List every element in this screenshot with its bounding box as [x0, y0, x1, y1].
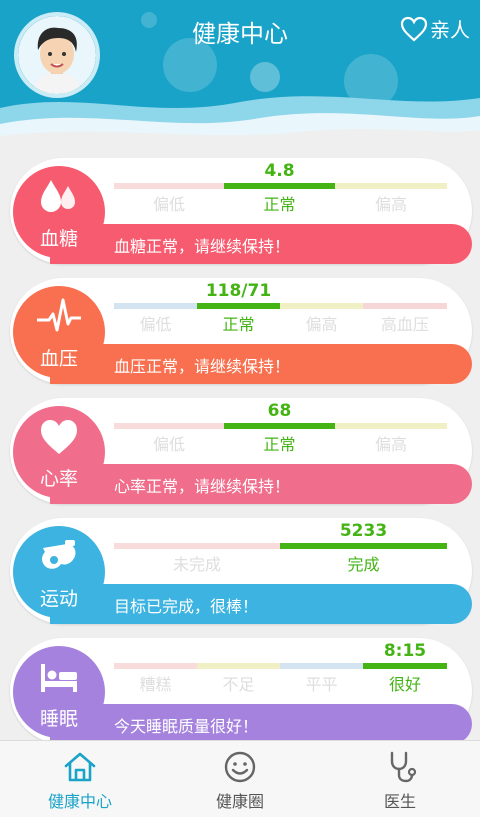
range-label: 偏低: [139, 315, 172, 334]
family-label: 亲人: [430, 18, 470, 42]
sleep-card[interactable]: 今天睡眠质量很好！ 睡眠 8:15 糟糕 不足 平平 很好: [10, 638, 472, 744]
stethoscope-icon: [390, 751, 417, 783]
range-bar-complete: [280, 543, 447, 549]
reading-value: 5233: [339, 521, 388, 541]
range-bar-low: [114, 183, 224, 189]
status-message: 目标已完成，很棒！: [114, 597, 259, 616]
range-bar-low: [114, 423, 224, 429]
range-bar-low: [114, 303, 197, 309]
reading-value: 8:15: [383, 641, 427, 661]
heart-outline-icon: [400, 16, 428, 41]
range-bar-good: [363, 663, 447, 669]
range-label: 平平: [305, 675, 338, 694]
range-bar-bad: [114, 663, 197, 669]
indicator-circle: 血压: [13, 286, 105, 378]
heart-icon: [41, 420, 77, 454]
range-label: 正常: [263, 435, 296, 454]
whistle-icon: [42, 540, 76, 569]
indicator-circle: 血糖: [13, 166, 105, 258]
indicator-label: 运动: [39, 588, 78, 610]
indicator-label: 心率: [39, 468, 78, 490]
range-bar-high: [335, 183, 447, 189]
indicator-label: 血糖: [39, 228, 78, 250]
smile-icon: [224, 751, 256, 783]
tab-health-center[interactable]: 健康中心: [0, 741, 160, 817]
status-message: 心率正常，请继续保持！: [114, 477, 291, 496]
range-label: 未完成: [172, 555, 221, 574]
range-label: 不足: [222, 675, 255, 694]
range-label: 正常: [222, 315, 255, 334]
pulse-wave-icon: [37, 298, 81, 332]
home-icon: [64, 752, 96, 782]
range-label: 正常: [263, 195, 296, 214]
range-bar-high: [335, 423, 447, 429]
status-message: 血压正常，请继续保持！: [114, 357, 291, 376]
exercise-card[interactable]: 目标已完成，很棒！ 运动 5233 未完成 完成: [10, 518, 472, 624]
header: 健康中心 亲人: [0, 0, 480, 150]
reading-value: 4.8: [264, 161, 295, 181]
blood-pressure-card[interactable]: 血压正常，请继续保持！ 血压 118/71 偏低 正常 偏高 高血压: [10, 278, 472, 384]
tab-label: 医生: [383, 792, 416, 811]
reading-value: 118/71: [205, 281, 272, 301]
tab-label: 健康中心: [47, 792, 112, 811]
range-bar-normal: [197, 303, 280, 309]
range-bar-normal: [224, 183, 335, 189]
range-bar-insufficient: [197, 663, 280, 669]
bed-icon: [41, 664, 77, 692]
family-button[interactable]: 亲人: [400, 14, 470, 43]
range-label: 糟糕: [139, 675, 172, 694]
range-label: 偏高: [305, 315, 338, 334]
range-label: 偏高: [374, 435, 407, 454]
range-label: 偏低: [152, 195, 185, 214]
range-label: 偏高: [374, 195, 407, 214]
status-message: 今天睡眠质量很好！: [114, 717, 259, 736]
tab-health-circle[interactable]: 健康圈: [160, 741, 320, 817]
range-bar-normal: [224, 423, 335, 429]
range-bar-high: [280, 303, 363, 309]
tab-doctor[interactable]: 医生: [320, 741, 480, 817]
indicator-circle: 心率: [13, 406, 105, 498]
heart-rate-card[interactable]: 心率正常，请继续保持！ 心率 68 偏低 正常 偏高: [10, 398, 472, 504]
indicator-label: 睡眠: [39, 708, 78, 730]
range-label: 完成: [347, 555, 380, 574]
range-bar-hypertension: [363, 303, 447, 309]
blood-sugar-card[interactable]: 血糖正常，请继续保持！ 血糖 4.8 偏低 正常 偏高: [10, 158, 472, 264]
range-label: 很好: [388, 675, 421, 694]
range-label: 高血压: [380, 315, 429, 334]
bottom-tab-bar: 健康中心 健康圈 医生: [0, 740, 480, 817]
indicator-circle: 运动: [13, 526, 105, 618]
tab-label: 健康圈: [215, 792, 264, 811]
blood-drop-icon: [41, 180, 75, 212]
reading-value: 68: [267, 401, 292, 421]
range-bar-average: [280, 663, 363, 669]
status-message: 血糖正常，请继续保持！: [114, 237, 291, 256]
range-bar-incomplete: [114, 543, 280, 549]
indicator-label: 血压: [39, 348, 78, 370]
range-label: 偏低: [152, 435, 185, 454]
indicator-circle: 睡眠: [13, 646, 105, 738]
